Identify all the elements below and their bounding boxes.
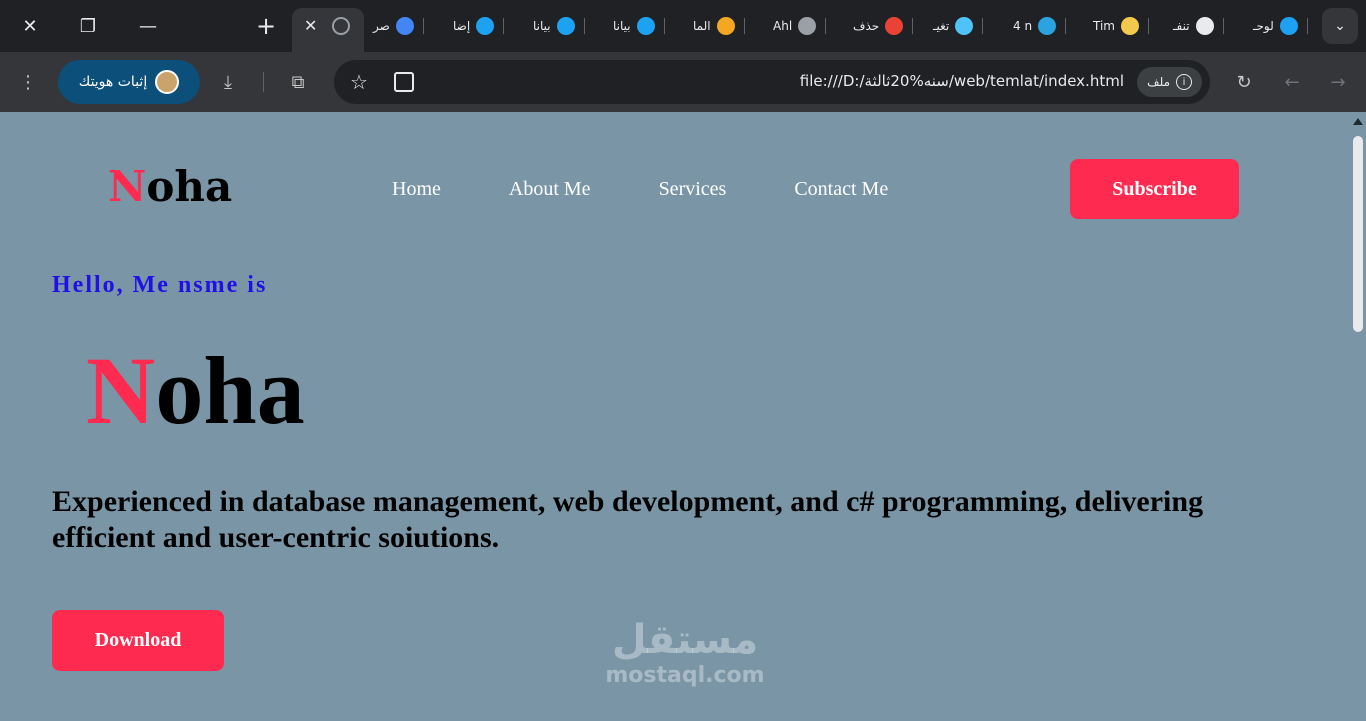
chevron-down-icon: ⌄: [1334, 18, 1346, 34]
back-icon[interactable]: →: [1322, 66, 1354, 98]
tab-label: 4 n: [1013, 19, 1033, 33]
tab-separator: [1306, 18, 1308, 34]
openai-icon: [1195, 17, 1214, 35]
mostaql-watermark: مستقل mostaql.com: [600, 617, 770, 689]
tab-separator: [1222, 18, 1224, 34]
watermark-latin: mostaql.com: [605, 663, 765, 688]
tab-label: تغيـ: [933, 19, 950, 33]
five-icon: [716, 17, 735, 35]
tab-label: لوحـ: [1253, 19, 1274, 33]
site-logo[interactable]: Noha: [108, 162, 232, 211]
minimize-window-icon[interactable]: —: [130, 8, 166, 44]
tab-separator: [663, 18, 665, 34]
logo-rest: oha: [146, 162, 233, 211]
page-scrollbar[interactable]: [1350, 112, 1366, 721]
tab-separator: [912, 18, 914, 34]
greeting-text: Hello, Me nsme is: [52, 272, 268, 298]
tab-label: بيانا: [533, 19, 551, 33]
browser-tab[interactable]: لوحـ: [1253, 14, 1308, 38]
translate-icon[interactable]: [394, 72, 414, 92]
browser-tab[interactable]: بيانا: [613, 14, 665, 38]
circle-icon: [556, 17, 575, 35]
restore-window-icon[interactable]: ❐: [70, 8, 106, 44]
browser-tab[interactable]: تنفـ: [1173, 14, 1224, 38]
watermark-arabic: مستقل: [611, 617, 759, 663]
download-icon[interactable]: ⤓: [212, 66, 244, 98]
gmail-icon: [885, 17, 904, 35]
main-nav: Home About Me Services Contact Me: [392, 178, 888, 201]
hero-rest: oha: [155, 337, 305, 444]
tab-label: Tim: [1093, 19, 1115, 33]
hero-name: Noha: [86, 338, 305, 444]
telegram-icon: [1038, 17, 1057, 35]
menu-kebab-icon[interactable]: ⋮: [12, 66, 44, 98]
globe-icon: [798, 17, 817, 35]
tab-separator: [1065, 18, 1067, 34]
tab-separator: [982, 18, 984, 34]
tab-label: بيانا: [613, 19, 631, 33]
google-icon: [395, 17, 414, 35]
trello-icon: [1120, 17, 1139, 35]
profile-label: إثبات هويتك: [78, 74, 148, 90]
tab-separator: [503, 18, 505, 34]
tab-label: تنفـ: [1173, 19, 1190, 33]
hero-initial: N: [86, 337, 156, 444]
close-tab-icon[interactable]: ✕: [304, 16, 317, 35]
tab-label: حذف: [853, 19, 880, 33]
circle-icon: [1279, 17, 1298, 35]
scroll-up-arrow-icon[interactable]: [1353, 118, 1363, 125]
browser-tab[interactable]: بيانا: [533, 14, 585, 38]
hero-tagline: Experienced in database management, web …: [52, 485, 1204, 554]
browser-tab[interactable]: Ahl: [773, 14, 827, 38]
c-icon: [955, 17, 974, 35]
nav-home[interactable]: Home: [392, 178, 441, 201]
reload-icon[interactable]: ↻: [1228, 66, 1260, 98]
circle-icon: [476, 17, 495, 35]
toolbar-divider: [263, 72, 264, 92]
browser-tab[interactable]: 4 n: [1013, 14, 1067, 38]
bookmark-star-icon[interactable]: ☆: [350, 70, 368, 94]
browser-toolbar: ⋮ إثبات هويتك ⤓ ⧉ ☆ file:///D:/سنه%20ثال…: [0, 52, 1366, 112]
subscribe-button[interactable]: Subscribe: [1070, 159, 1239, 219]
download-button[interactable]: Download: [52, 610, 224, 671]
nav-services[interactable]: Services: [659, 178, 727, 201]
tab-separator: [743, 18, 745, 34]
close-window-icon[interactable]: ✕: [12, 8, 48, 44]
address-bar[interactable]: ☆ file:///D:/سنه%20ثالثة/web/temlat/inde…: [334, 60, 1210, 104]
tab-label: الما: [693, 19, 711, 33]
tab-label: إضا: [453, 19, 471, 33]
tab-search-dropdown[interactable]: ⌄: [1322, 8, 1358, 44]
tab-separator: [422, 18, 424, 34]
site-info-chip[interactable]: ملف i: [1137, 67, 1202, 97]
profile-button[interactable]: إثبات هويتك: [58, 60, 200, 104]
logo-initial: N: [108, 162, 147, 211]
browser-tab[interactable]: الما: [693, 14, 745, 38]
circle-icon: [636, 17, 655, 35]
active-tab[interactable]: ✕: [292, 8, 364, 52]
scroll-thumb[interactable]: [1353, 136, 1363, 332]
tab-label: صر: [373, 19, 390, 33]
page-viewport: Noha Home About Me Services Contact Me S…: [0, 112, 1366, 721]
nav-contact-me[interactable]: Contact Me: [794, 178, 888, 201]
tab-strip: ✕ ❐ — + ✕ لوحـ تنفـ Tim 4 n تغيـ حذف Ahl الما بي…: [0, 0, 1366, 52]
browser-tab[interactable]: حذف: [853, 14, 914, 38]
browser-tab[interactable]: تغيـ: [933, 14, 984, 38]
browser-tab[interactable]: إضا: [453, 14, 505, 38]
url-text[interactable]: file:///D:/سنه%20ثالثة/web/temlat/index.…: [800, 72, 1124, 90]
avatar: [155, 70, 180, 94]
new-tab-icon[interactable]: +: [248, 8, 284, 44]
tab-separator: [825, 18, 827, 34]
globe-icon: [332, 17, 350, 35]
nav-about-me[interactable]: About Me: [509, 178, 591, 201]
tab-label: Ahl: [773, 19, 793, 33]
site-info-label: ملف: [1147, 75, 1170, 89]
browser-tab[interactable]: صر: [373, 14, 424, 38]
tab-separator: [1147, 18, 1149, 34]
info-icon: i: [1176, 74, 1192, 90]
extensions-icon[interactable]: ⧉: [282, 66, 314, 98]
forward-icon[interactable]: ←: [1276, 66, 1308, 98]
browser-tab[interactable]: Tim: [1093, 14, 1149, 38]
tab-separator: [583, 18, 585, 34]
